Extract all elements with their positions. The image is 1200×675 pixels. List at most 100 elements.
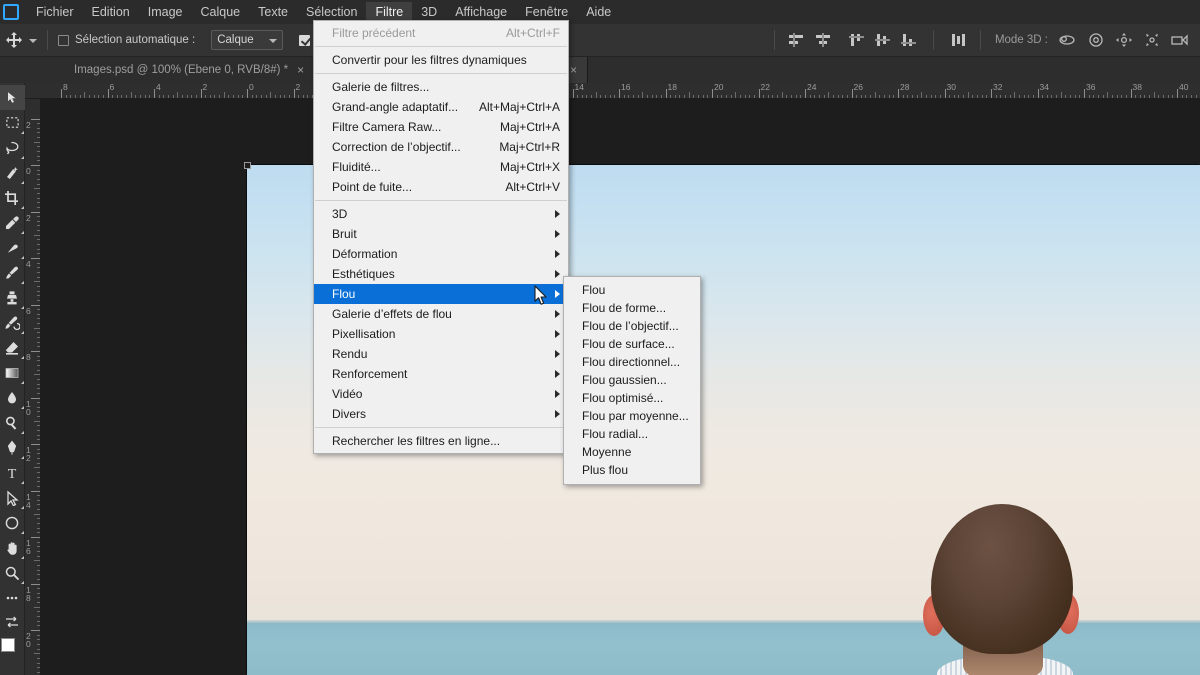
submenu-item-flou-optimis[interactable]: Flou optimisé... xyxy=(564,389,700,407)
mode3d-tools-group xyxy=(1056,29,1192,51)
move-tool[interactable] xyxy=(0,85,25,110)
menu-item-calque[interactable]: Calque xyxy=(192,2,250,23)
submenu-item-flou[interactable]: Flou xyxy=(564,281,700,299)
hand-tool[interactable] xyxy=(0,535,25,560)
submenu-item-flou-directionnel[interactable]: Flou directionnel... xyxy=(564,353,700,371)
edit-toolbar[interactable] xyxy=(0,610,25,635)
menu-item-pixellisation[interactable]: Pixellisation xyxy=(314,324,568,344)
ruler-minor-tick xyxy=(37,314,40,315)
blur-submenu[interactable]: Flou Flou de forme... Flou de l’objectif..… xyxy=(563,276,701,485)
close-icon[interactable]: × xyxy=(570,64,577,76)
auto-select-checkbox[interactable] xyxy=(58,35,69,46)
submenu-item-flou-de-forme[interactable]: Flou de forme... xyxy=(564,299,700,317)
active-tool-picker[interactable] xyxy=(4,30,37,50)
zoom-tool[interactable] xyxy=(0,560,25,585)
history-brush-tool[interactable] xyxy=(0,310,25,335)
more-tools[interactable] xyxy=(0,585,25,610)
menu-item-texte[interactable]: Texte xyxy=(249,2,297,23)
menu-item-esth-tiques[interactable]: Esthétiques xyxy=(314,264,568,284)
brush-tool[interactable] xyxy=(0,260,25,285)
menu-item-point-de-fuite[interactable]: Point de fuite...Alt+Ctrl+V xyxy=(314,177,568,197)
blur-tool[interactable] xyxy=(0,385,25,410)
menu-item-galerie-de-filtres[interactable]: Galerie de filtres... xyxy=(314,77,568,97)
menu-item-vid-o[interactable]: Vidéo xyxy=(314,384,568,404)
roll-3d-icon[interactable] xyxy=(1084,29,1108,51)
distribute-icon[interactable] xyxy=(946,29,970,51)
rectangle-shape-tool[interactable] xyxy=(0,510,25,535)
menu-item-rechercher-les-filtres-en-ligne[interactable]: Rechercher les filtres en ligne... xyxy=(314,431,568,451)
menu-item-3d[interactable]: 3D xyxy=(314,204,568,224)
submenu-item-flou-par-moyenne[interactable]: Flou par moyenne... xyxy=(564,407,700,425)
ruler-minor-tick xyxy=(921,92,922,98)
foreground-color-swatch[interactable] xyxy=(1,638,15,652)
menu-item-filtre-camera-raw[interactable]: Filtre Camera Raw...Maj+Ctrl+A xyxy=(314,117,568,137)
menu-item-divers[interactable]: Divers xyxy=(314,404,568,424)
dodge-tool[interactable] xyxy=(0,410,25,435)
camera-3d-icon[interactable] xyxy=(1168,29,1192,51)
filter-menu-dropdown[interactable]: Filtre précédentAlt+Ctrl+FConvertir pour… xyxy=(313,20,569,454)
ruler-label: 4 xyxy=(154,83,161,92)
eyedropper-tool[interactable] xyxy=(0,210,25,235)
align-bottom-edges-icon[interactable] xyxy=(897,29,921,51)
color-swatches[interactable] xyxy=(1,638,23,660)
orbit-3d-icon[interactable] xyxy=(1056,29,1080,51)
auto-select-scope-dropdown[interactable]: Calque xyxy=(211,30,283,50)
menu-item-d-formation[interactable]: Déformation xyxy=(314,244,568,264)
submenu-item-flou-gaussien[interactable]: Flou gaussien... xyxy=(564,371,700,389)
submenu-item-flou-de-l-objectif[interactable]: Flou de l’objectif... xyxy=(564,317,700,335)
menu-item-image[interactable]: Image xyxy=(139,2,192,23)
align-vertical-centers-icon[interactable] xyxy=(871,29,895,51)
align-left-edges-icon[interactable] xyxy=(785,29,809,51)
menu-item-grand-angle-adaptatif[interactable]: Grand-angle adaptatif...Alt+Maj+Ctrl+A xyxy=(314,97,568,117)
rectangular-marquee-tool[interactable] xyxy=(0,110,25,135)
menu-item-fluidit[interactable]: Fluidité...Maj+Ctrl+X xyxy=(314,157,568,177)
menu-item-galerie-d-effets-de-flou[interactable]: Galerie d’effets de flou xyxy=(314,304,568,324)
slide-3d-icon[interactable] xyxy=(1140,29,1164,51)
close-icon[interactable]: × xyxy=(297,64,304,76)
gradient-tool[interactable] xyxy=(0,360,25,385)
ruler-minor-tick xyxy=(205,95,206,98)
ruler-minor-tick xyxy=(37,146,40,147)
vertical-ruler[interactable]: 202468101214161820 xyxy=(25,99,41,675)
submenu-item-label: Flou de forme... xyxy=(582,301,692,315)
eraser-tool[interactable] xyxy=(0,335,25,360)
pen-tool[interactable] xyxy=(0,435,25,460)
menu-item-flou[interactable]: Flou xyxy=(314,284,568,304)
ruler-minor-tick xyxy=(1103,95,1104,98)
ruler-label: 4 xyxy=(26,260,35,268)
align-top-edges-icon[interactable] xyxy=(845,29,869,51)
menu-item-renforcement[interactable]: Renforcement xyxy=(314,364,568,384)
ruler-minor-tick xyxy=(577,95,578,98)
menu-item-fichier[interactable]: Fichier xyxy=(27,2,83,23)
menu-item-bruit[interactable]: Bruit xyxy=(314,224,568,244)
menu-item-aide[interactable]: Aide xyxy=(577,2,620,23)
menu-item-rendu[interactable]: Rendu xyxy=(314,344,568,364)
path-selection-tool[interactable] xyxy=(0,485,25,510)
show-transform-checkbox[interactable] xyxy=(299,35,310,46)
submenu-item-flou-radial[interactable]: Flou radial... xyxy=(564,425,700,443)
type-tool[interactable]: T xyxy=(0,460,25,485)
ruler-minor-tick xyxy=(37,267,40,268)
auto-select-option[interactable]: Sélection automatique : xyxy=(58,34,195,46)
move-tool-icon[interactable] xyxy=(4,30,24,50)
submenu-item-plus-flou[interactable]: Plus flou xyxy=(564,461,700,479)
clone-stamp-tool[interactable] xyxy=(0,285,25,310)
ruler-minor-tick xyxy=(1107,92,1108,98)
submenu-item-moyenne[interactable]: Moyenne xyxy=(564,443,700,461)
document-tab-images-psd[interactable]: Images.psd @ 100% (Ebene 0, RVB/8#) * × xyxy=(60,57,315,83)
menu-item-label: Fluidité... xyxy=(332,160,486,174)
quick-selection-tool[interactable] xyxy=(0,160,25,185)
ruler-minor-tick xyxy=(37,593,40,594)
lasso-tool[interactable] xyxy=(0,135,25,160)
align-horizontal-centers-icon[interactable] xyxy=(811,29,835,51)
pan-3d-icon[interactable] xyxy=(1112,29,1136,51)
menu-item-convertir-pour-les-filtres-dynamiques[interactable]: Convertir pour les filtres dynamiques xyxy=(314,50,568,70)
menu-item-correction-de-l-objectif[interactable]: Correction de l’objectif...Maj+Ctrl+R xyxy=(314,137,568,157)
crop-tool[interactable] xyxy=(0,185,25,210)
healing-brush-tool[interactable] xyxy=(0,235,25,260)
horizontal-ruler[interactable]: 8642024681012141618202224262830323436384… xyxy=(25,83,1200,99)
menu-item-edition[interactable]: Edition xyxy=(83,2,139,23)
tool-preset-chevron-down-icon[interactable] xyxy=(29,39,37,43)
submenu-item-flou-de-surface[interactable]: Flou de surface... xyxy=(564,335,700,353)
transform-handle-top-left[interactable] xyxy=(244,162,251,169)
